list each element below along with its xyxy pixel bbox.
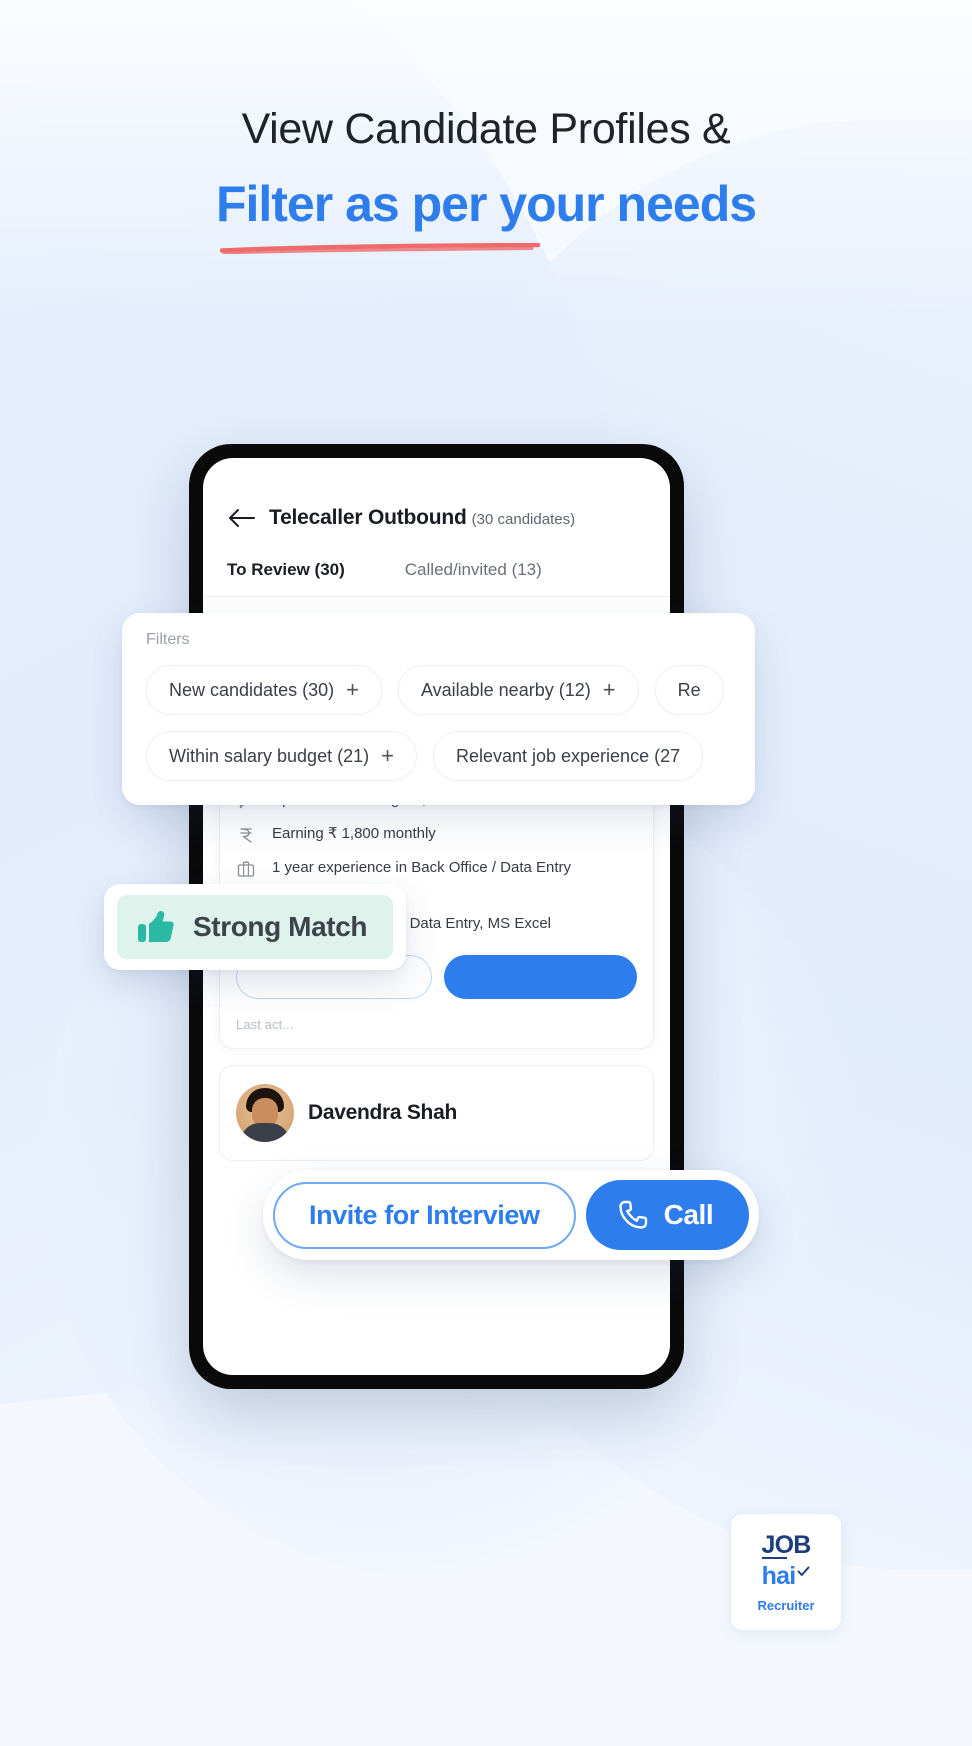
- headline-line-1: View Candidate Profiles &: [241, 105, 731, 153]
- logo-j-underline: [762, 1557, 788, 1559]
- filter-chip-label: Relevant job experience (27: [455, 745, 681, 766]
- call-button-label: Call: [663, 1199, 714, 1230]
- filter-chip-relevant-job-experience[interactable]: Relevant job experience (27: [432, 731, 704, 781]
- headline-block: View Candidate Profiles & Filter as per …: [0, 104, 972, 254]
- back-arrow-icon[interactable]: [227, 507, 255, 529]
- filters-label: Filters: [146, 631, 190, 648]
- plus-icon: +: [381, 743, 394, 768]
- logo-job-text: JOB: [761, 1531, 811, 1560]
- tab-to-review[interactable]: To Review (30): [227, 560, 345, 580]
- last-active-text: Last act...: [236, 1017, 294, 1033]
- briefcase-icon: [237, 861, 255, 877]
- logo-subtitle: Recruiter: [757, 1598, 815, 1613]
- attribute-text: Earning ₹ 1,800 monthly: [272, 825, 436, 842]
- call-button[interactable]: Call: [585, 1180, 750, 1250]
- check-icon: [797, 1566, 810, 1576]
- avatar: [236, 1084, 294, 1143]
- filter-chip-available-nearby[interactable]: Available nearby (12) +: [397, 665, 639, 715]
- phone-icon: [618, 1200, 647, 1229]
- logo-hai-label: hai: [761, 1562, 797, 1590]
- filter-chip-label: New candidates (30): [169, 679, 335, 700]
- thumbs-up-icon: [138, 911, 174, 942]
- logo-hai-row: hai: [762, 1562, 811, 1591]
- filters-panel: Filters New candidates (30) + Available …: [122, 613, 755, 805]
- invite-for-interview-button[interactable]: Invite for Interview: [273, 1181, 576, 1249]
- attribute-text: 1 year experience in Back Office / Data …: [272, 859, 572, 876]
- cta-bar: Invite for Interview Call: [263, 1170, 760, 1260]
- app-header: Telecaller Outbound (30 candidates): [203, 458, 670, 530]
- filter-chip-label: Available nearby (12): [420, 679, 591, 700]
- attribute-row: Earning ₹ 1,800 monthly: [236, 824, 637, 845]
- filter-chip-within-salary-budget[interactable]: Within salary budget (21) +: [146, 731, 417, 781]
- strong-match-callout: Strong Match: [104, 884, 407, 970]
- candidate-card-2[interactable]: Davendra Shah: [219, 1065, 654, 1162]
- strong-match-inner: Strong Match: [117, 895, 394, 959]
- candidate-count: (30 candidates): [471, 511, 576, 528]
- headline-line-2: Filter as per your needs: [215, 175, 757, 232]
- logo-job-label: JOB: [761, 1531, 811, 1559]
- filter-chip-label: Re: [677, 679, 701, 700]
- tab-bar: To Review (30) Called/invited (13): [203, 560, 670, 597]
- jobhai-recruiter-logo: JOB hai Recruiter: [730, 1513, 842, 1631]
- candidate-name: Davendra Shah: [308, 1101, 457, 1125]
- plus-icon: +: [346, 677, 359, 702]
- plus-icon: +: [602, 677, 616, 702]
- filter-chip-row-1: New candidates (30) + Available nearby (…: [146, 665, 733, 715]
- filter-chip-label: Within salary budget (21): [169, 745, 370, 766]
- filter-chip-new-candidates[interactable]: New candidates (30) +: [146, 665, 382, 715]
- strong-match-label: Strong Match: [193, 911, 368, 942]
- page-title: Telecaller Outbound (30 candidates): [269, 506, 575, 530]
- headline-line-2-wrap: Filter as per your needs: [215, 175, 757, 254]
- rupee-icon: [240, 828, 252, 843]
- job-title: Telecaller Outbound: [269, 506, 467, 529]
- filter-chip-row-2: Within salary budget (21) + Relevant job…: [146, 731, 733, 781]
- filter-chip-truncated[interactable]: Re: [654, 665, 724, 715]
- tab-called-invited[interactable]: Called/invited (13): [405, 560, 542, 580]
- call-button-inline[interactable]: [443, 955, 637, 1000]
- last-active-row: Last act...: [236, 1017, 637, 1032]
